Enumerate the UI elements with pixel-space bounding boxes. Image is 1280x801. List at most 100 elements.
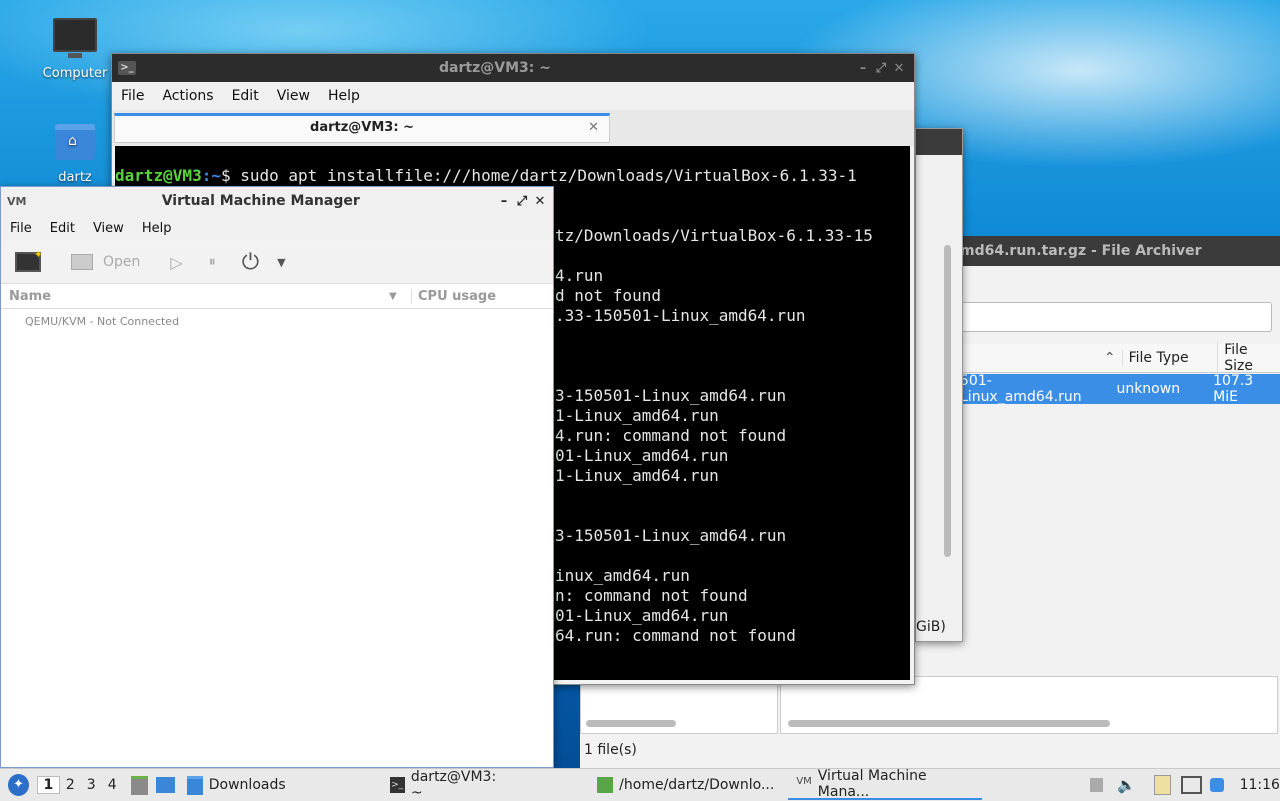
workspace-4[interactable]: 4 — [102, 777, 123, 793]
menu-actions[interactable]: Actions — [153, 88, 222, 104]
terminal-line: 4.run — [555, 266, 604, 285]
archiver-file-row[interactable]: 501-Linux_amd64.run unknown 107.3 MiE — [960, 373, 1280, 405]
terminal-titlebar[interactable]: >_ dartz@VM3: ~ – ⤢ ✕ — [112, 54, 914, 82]
prompt-path: :~ — [201, 166, 221, 185]
task-vmm[interactable]: VM Virtual Machine Mana... — [788, 768, 982, 800]
close-icon[interactable]: ✕ — [890, 61, 908, 76]
open-button[interactable]: Open — [71, 254, 140, 270]
terminal-tab-label: dartz@VM3: ~ — [310, 120, 414, 135]
terminal-title: dartz@VM3: ~ — [439, 60, 551, 76]
task-label: dartz@VM3: ~ — [410, 769, 497, 801]
task-downloads[interactable]: Downloads — [179, 770, 294, 800]
start-menu-icon[interactable]: ✦ — [8, 774, 29, 796]
column-file-type[interactable]: File Type — [1121, 350, 1218, 366]
terminal-icon: >_ — [389, 777, 405, 793]
task-terminal[interactable]: >_ dartz@VM3: ~ — [382, 769, 516, 801]
sort-ascending-icon[interactable]: ⌃ — [960, 350, 1116, 366]
menu-view[interactable]: View — [84, 221, 133, 236]
terminal-line: d not found — [555, 286, 661, 305]
menu-view[interactable]: View — [268, 88, 319, 104]
menu-edit[interactable]: Edit — [41, 221, 84, 236]
monitor-icon — [71, 254, 93, 270]
vmm-title: Virtual Machine Manager — [161, 193, 360, 209]
connection-row[interactable]: QEMU/KVM - Not Connected — [25, 315, 553, 328]
file-size-cell: 107.3 MiE — [1213, 373, 1254, 405]
archive-icon — [597, 777, 614, 793]
terminal-line: .33-150501-Linux_amd64.run — [555, 306, 806, 325]
terminal-line: inux_amd64.run — [555, 566, 690, 585]
menu-edit[interactable]: Edit — [223, 88, 268, 104]
file-type-cell: unknown — [1116, 381, 1181, 397]
terminal-line: 1-Linux_amd64.run — [555, 406, 719, 425]
file-list-scrollbar[interactable] — [788, 720, 1110, 727]
minimize-icon[interactable]: – — [854, 61, 872, 76]
file-manager-launcher-icon[interactable] — [130, 775, 148, 795]
pause-icon[interactable]: ⏸ — [209, 254, 216, 270]
file-name-cell: 501-Linux_amd64.run — [960, 373, 1082, 405]
chevron-down-icon[interactable]: ▼ — [389, 291, 411, 302]
terminal-app-icon: >_ — [118, 61, 136, 75]
terminal-line: n: command not found — [555, 586, 748, 605]
computer-icon-label: Computer — [42, 66, 108, 81]
vmm-toolbar: ✦ Open ▷ ⏸ ⏻ ▼ — [1, 241, 553, 284]
vmm-titlebar[interactable]: VM Virtual Machine Manager – ⤢ ✕ — [1, 187, 553, 215]
tray-expand-icon[interactable] — [1089, 778, 1104, 792]
terminal-line: 64.run: command not found — [555, 626, 796, 645]
menu-file[interactable]: File — [1, 221, 41, 236]
background-window-titlebar[interactable] — [916, 129, 962, 155]
task-label: Virtual Machine Mana... — [817, 768, 927, 800]
computer-desktop-icon[interactable]: Computer — [35, 18, 115, 81]
task-label: /home/dartz/Downlo... — [619, 777, 775, 793]
tab-close-icon[interactable]: ✕ — [588, 116, 599, 140]
show-desktop-icon[interactable] — [155, 777, 175, 793]
workspace-2[interactable]: 2 — [60, 777, 81, 793]
terminal-command-line: dartz@VM3:~$ sudo apt installfile:///hom… — [115, 166, 857, 185]
prompt-symbol: $ — [220, 166, 231, 185]
terminal-line: 4.run: command not found — [555, 426, 787, 445]
vmm-window: VM Virtual Machine Manager – ⤢ ✕ File Ed… — [0, 186, 554, 768]
power-icon[interactable]: ⏻ — [242, 250, 259, 275]
background-scrollbar[interactable] — [944, 245, 951, 557]
clock[interactable]: 11:16 — [1240, 777, 1280, 793]
terminal-line: 1-Linux_amd64.run — [555, 466, 719, 485]
notification-icon[interactable] — [1210, 778, 1224, 792]
archiver-location-field[interactable] — [960, 302, 1272, 332]
sidebar-scrollbar[interactable] — [586, 720, 676, 727]
run-icon[interactable]: ▷ — [170, 253, 182, 272]
new-vm-icon[interactable]: ✦ — [15, 248, 43, 272]
volume-icon[interactable]: 🔈 — [1117, 776, 1136, 794]
close-icon[interactable]: ✕ — [531, 194, 549, 209]
home-folder-desktop-icon[interactable]: ⌂ dartz — [35, 124, 115, 185]
terminal-command: sudo apt installfile:///home/dartz/Downl… — [230, 166, 857, 185]
home-folder-label: dartz — [58, 170, 92, 185]
menu-help[interactable]: Help — [319, 88, 369, 104]
chevron-down-icon[interactable]: ▼ — [277, 256, 285, 269]
archiver-title: md64.run.tar.gz - File Archiver — [960, 243, 1202, 259]
maximize-icon[interactable]: ⤢ — [872, 61, 890, 76]
menu-file[interactable]: File — [112, 88, 153, 104]
column-file-size[interactable]: File Size — [1217, 342, 1280, 374]
terminal-tab[interactable]: dartz@VM3: ~ ✕ — [114, 113, 610, 143]
folder-icon — [186, 775, 203, 795]
archiver-status: 1 file(s) — [584, 742, 637, 758]
size-summary-text: GiB) — [916, 619, 946, 635]
terminal-line: 3-150501-Linux_amd64.run — [555, 386, 787, 405]
network-icon[interactable] — [1181, 776, 1203, 794]
column-name[interactable]: Name — [9, 289, 389, 304]
menu-help[interactable]: Help — [133, 221, 181, 236]
task-file-archiver[interactable]: /home/dartz/Downlo... — [589, 770, 782, 800]
workspace-1[interactable]: 1 — [36, 776, 60, 794]
minimize-icon[interactable]: – — [495, 194, 513, 209]
maximize-icon[interactable]: ⤢ — [513, 194, 531, 209]
prompt-user: dartz@VM3 — [115, 166, 202, 185]
terminal-line: tz/Downloads/VirtualBox-6.1.33-15 — [555, 226, 873, 245]
archiver-column-header: ⌃ File Type File Size — [960, 342, 1280, 374]
task-label: Downloads — [208, 777, 286, 793]
clipboard-icon[interactable] — [1153, 775, 1172, 795]
vmm-app-icon: VM — [7, 194, 27, 208]
workspace-3[interactable]: 3 — [81, 777, 102, 793]
column-cpu-usage[interactable]: CPU usage — [411, 288, 496, 304]
vmm-menubar: File Edit View Help — [1, 215, 553, 241]
vmm-icon: VM — [796, 776, 812, 787]
taskbar: ✦ 1 2 3 4 Downloads >_ dartz@VM3: ~ /hom… — [0, 768, 1280, 801]
